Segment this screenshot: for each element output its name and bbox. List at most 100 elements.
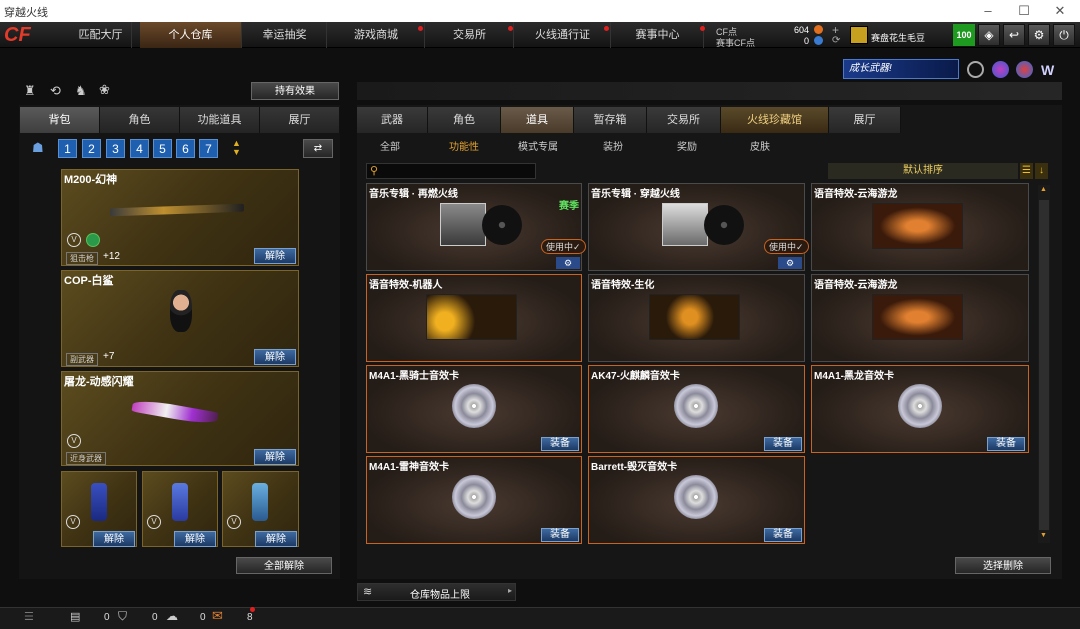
tab-showroom[interactable]: 展厅 <box>260 107 340 133</box>
search-box[interactable]: ⚲ <box>366 163 536 179</box>
transfer-icon[interactable]: ⇄ <box>303 139 333 158</box>
gift-icon[interactable]: ✉ <box>212 608 223 624</box>
character-icon[interactable]: ♞ <box>75 83 87 99</box>
hold-effect-button[interactable]: 持有效果 <box>251 82 339 100</box>
level-badge[interactable]: 100 <box>953 24 975 46</box>
release-button[interactable]: 解除 <box>255 531 297 547</box>
nav-game-mall[interactable]: 游戏商城 <box>328 22 425 48</box>
equip-button[interactable]: 装备 <box>987 437 1025 451</box>
filter-reward[interactable]: 奖励 <box>677 138 697 153</box>
gear-icon[interactable]: ⚙ <box>1028 24 1050 46</box>
release-button[interactable]: 解除 <box>174 531 216 547</box>
page-4[interactable]: 4 <box>130 139 149 158</box>
page-5[interactable]: 5 <box>153 139 172 158</box>
menu-icon[interactable]: ☰ <box>24 610 34 623</box>
username[interactable]: 赛盘花生毛豆 <box>871 31 925 44</box>
search-input[interactable] <box>383 164 533 178</box>
tab-collection-hall[interactable]: 火线珍藏馆 <box>721 107 829 133</box>
nav-lucky-draw[interactable]: 幸运抽奖 <box>243 22 327 48</box>
v-badge-icon: V <box>227 515 241 529</box>
shield-icon[interactable]: ◈ <box>978 24 1000 46</box>
collection-icon[interactable]: ♜ <box>24 83 36 99</box>
tab-roles[interactable]: 角色 <box>428 107 501 133</box>
growth-weapon-banner[interactable]: 成长武器! <box>843 59 959 79</box>
bio-effect-image <box>649 294 740 340</box>
tab-items[interactable]: 道具 <box>501 107 574 133</box>
gear-icon[interactable]: ⚙ <box>778 257 802 269</box>
page-1[interactable]: 1 <box>58 139 77 158</box>
nav-match-lobby[interactable]: 匹配大厅 <box>70 22 132 48</box>
release-button[interactable]: 解除 <box>254 349 296 365</box>
page-arrows-icon[interactable]: ▲ ▼ <box>228 139 245 158</box>
bag-status-icon[interactable]: ▤ <box>70 610 80 623</box>
filter-skin[interactable]: 皮肤 <box>750 138 770 153</box>
equip-button[interactable]: 装备 <box>541 528 579 542</box>
tab-storage[interactable]: 暂存箱 <box>574 107 647 133</box>
cf-coin-icon <box>814 25 823 34</box>
nav-battle-pass[interactable]: 火线通行证 <box>515 22 611 48</box>
status-bar <box>0 607 1080 629</box>
sort-dropdown[interactable]: 默认排序 <box>828 163 1018 179</box>
warehouse-limit-bar[interactable]: ≋ 仓库物品上限 ▸ <box>357 583 516 601</box>
sound-card-disc-image <box>674 384 718 428</box>
scroll-up-icon[interactable]: ▲ <box>1040 186 1047 193</box>
wings-icon[interactable]: W <box>1041 62 1054 78</box>
maximize-button[interactable]: ☐ <box>1006 0 1042 22</box>
release-button[interactable]: 解除 <box>254 248 296 264</box>
item-plus: +7 <box>103 351 115 362</box>
list-view-icon[interactable]: ☰ <box>1020 163 1033 179</box>
scroll-down-icon[interactable]: ▼ <box>1040 532 1047 539</box>
select-delete-button[interactable]: 选择删除 <box>955 557 1051 574</box>
tab-backpack[interactable]: 背包 <box>20 107 100 133</box>
star-icon[interactable] <box>1016 61 1033 78</box>
minimize-button[interactable]: – <box>970 0 1006 22</box>
history-icon[interactable]: ⟲ <box>50 83 61 99</box>
filter-mode[interactable]: 模式专属 <box>518 138 558 153</box>
filter-all[interactable]: 全部 <box>380 138 400 153</box>
tab-showroom-right[interactable]: 展厅 <box>829 107 901 133</box>
tab-weapons[interactable]: 武器 <box>357 107 428 133</box>
release-button[interactable]: 解除 <box>254 449 296 465</box>
chat-icon[interactable]: ☁ <box>166 609 178 623</box>
window-titlebar: 穿越火线 – ☐ ✕ <box>0 0 1080 22</box>
status-count-d: 8 <box>247 612 253 623</box>
v-badge-icon: V <box>147 515 161 529</box>
nav-event-center[interactable]: 赛事中心 <box>612 22 704 48</box>
filter-functional[interactable]: 功能性 <box>449 138 479 153</box>
warehouse-limit-label: 仓库物品上限 <box>410 590 470 601</box>
bag-icon[interactable]: ☗ <box>32 140 44 156</box>
scrollbar-thumb[interactable] <box>1039 200 1049 530</box>
tab-exchange[interactable]: 交易所 <box>647 107 721 133</box>
shield-status-icon[interactable]: ⛉ <box>118 609 127 624</box>
back-icon[interactable]: ↩ <box>1003 24 1025 46</box>
tab-function-items[interactable]: 功能道具 <box>180 107 260 133</box>
item-name: COP-白鲨 <box>64 275 114 287</box>
sound-card-disc-image <box>898 384 942 428</box>
page-7[interactable]: 7 <box>199 139 218 158</box>
globe-icon[interactable] <box>992 61 1009 78</box>
release-all-button[interactable]: 全部解除 <box>236 557 332 574</box>
item-name: 音乐专辑 · 穿越火线 <box>591 189 680 200</box>
page-2[interactable]: 2 <box>82 139 101 158</box>
equip-button[interactable]: 装备 <box>764 528 802 542</box>
equip-button[interactable]: 装备 <box>541 437 579 451</box>
page-3[interactable]: 3 <box>106 139 125 158</box>
tab-role[interactable]: 角色 <box>100 107 180 133</box>
filter-outfit[interactable]: 装扮 <box>603 138 623 153</box>
release-button[interactable]: 解除 <box>93 531 135 547</box>
strip-divider <box>357 82 1062 100</box>
refresh-icon[interactable]: ⟳ <box>832 35 840 46</box>
nav-exchange[interactable]: 交易所 <box>426 22 514 48</box>
gear-icon[interactable]: ⚙ <box>556 257 580 269</box>
power-icon[interactable]: ⏻ <box>1053 24 1075 46</box>
sort-direction-icon[interactable]: ↓ <box>1035 163 1048 179</box>
nav-personal-warehouse[interactable]: 个人仓库 <box>140 22 242 48</box>
equip-button[interactable]: 装备 <box>764 437 802 451</box>
page-6[interactable]: 6 <box>176 139 195 158</box>
item-plus: +12 <box>103 251 120 262</box>
v-badge-icon[interactable] <box>967 61 984 78</box>
close-window-button[interactable]: ✕ <box>1042 0 1078 22</box>
pet-icon[interactable]: ❀ <box>99 82 110 98</box>
item-tag: 近身武器 <box>66 452 106 465</box>
event-cf-points-label: 赛事CF点 <box>716 38 755 48</box>
